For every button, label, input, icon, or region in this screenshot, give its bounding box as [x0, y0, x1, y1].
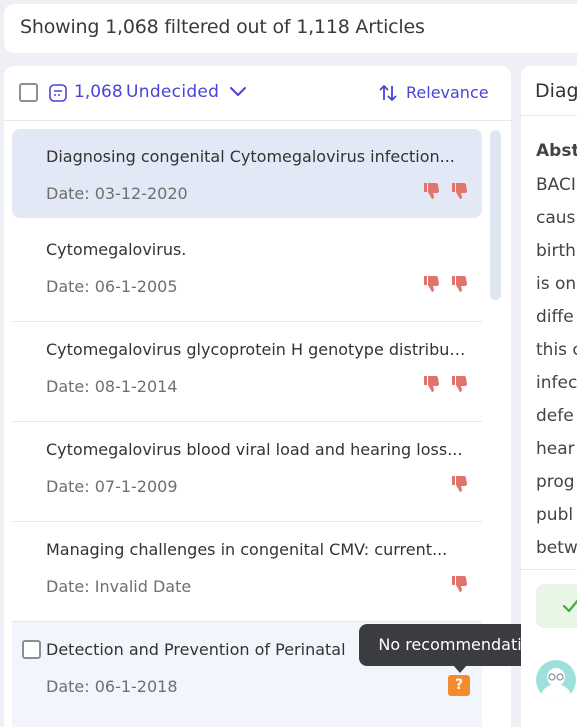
list-item[interactable]: Cytomegalovirus blood viral load and hea…: [12, 422, 482, 522]
summary-text: Showing 1,068 filtered out of 1,118 Arti…: [20, 16, 425, 38]
abstract-line: caus: [536, 208, 576, 228]
article-title[interactable]: Cytomegalovirus blood viral load and hea…: [46, 440, 471, 459]
article-title[interactable]: Cytomegalovirus.: [46, 240, 471, 259]
abstract-section: Abst BACI caus birth is on diffe this c …: [521, 123, 577, 569]
summary-bar: Showing 1,068 filtered out of 1,118 Arti…: [4, 4, 577, 53]
select-all-checkbox[interactable]: [19, 83, 38, 102]
detail-actions: [521, 569, 577, 727]
avatar-icon: [540, 668, 572, 700]
thumbs-down-icon[interactable]: [422, 273, 442, 293]
list-item[interactable]: Managing challenges in congenital CMV: c…: [12, 522, 482, 622]
article-title[interactable]: Cytomegalovirus glycoprotein H genotype …: [46, 340, 471, 359]
abstract-line: publ: [536, 505, 574, 525]
article-date: Date: 03-12-2020: [46, 184, 188, 203]
no-recommendation-badge[interactable]: ?: [448, 675, 470, 696]
list-item[interactable]: Cytomegalovirus. Date: 06-1-2005: [12, 222, 482, 322]
abstract-line: hear: [536, 439, 575, 459]
article-title[interactable]: Detection and Prevention of Perinatal: [46, 640, 366, 659]
thumbs-down-icon[interactable]: [450, 273, 470, 293]
detail-title: Diag: [535, 80, 577, 102]
article-date: Date: 06-1-2005: [46, 277, 178, 296]
abstract-line: infec: [536, 373, 577, 393]
row-checkbox[interactable]: [22, 640, 41, 659]
abstract-line: BACI: [536, 175, 576, 195]
article-date: Date: Invalid Date: [46, 577, 192, 596]
thumbs-down-icon[interactable]: [422, 180, 442, 200]
thumbs-down-icon[interactable]: [422, 373, 442, 393]
abstract-line: diffe: [536, 307, 574, 327]
list-item[interactable]: Cytomegalovirus glycoprotein H genotype …: [12, 322, 482, 422]
thumbs-down-icon[interactable]: [450, 473, 470, 493]
thumbs-down-icon[interactable]: [450, 180, 470, 200]
abstract-line: defe: [536, 406, 574, 426]
article-detail-panel: Diag Abst BACI caus birth is on diffe th…: [521, 66, 577, 727]
detail-header: Diag: [521, 66, 577, 116]
status-filter-label[interactable]: Undecided: [126, 82, 219, 102]
chevron-down-icon[interactable]: [229, 85, 247, 99]
include-button[interactable]: [536, 584, 577, 628]
thumbs-down-icon[interactable]: [450, 373, 470, 393]
check-icon: [562, 599, 577, 613]
avatar[interactable]: [536, 660, 576, 700]
article-title[interactable]: Diagnosing congenital Cytomegalovirus in…: [46, 147, 471, 166]
article-count: 1,068: [74, 82, 123, 102]
sort-icon[interactable]: [378, 83, 398, 103]
filter-icon[interactable]: [48, 83, 68, 103]
abstract-line: betw: [536, 538, 577, 558]
scrollbar[interactable]: [490, 130, 501, 300]
list-item[interactable]: Diagnosing congenital Cytomegalovirus in…: [12, 129, 482, 218]
sort-button[interactable]: Relevance: [406, 83, 489, 102]
abstract-line: birth: [536, 241, 576, 261]
article-date: Date: 07-1-2009: [46, 477, 178, 496]
abstract-label: Abst: [536, 141, 577, 161]
thumbs-down-icon[interactable]: [450, 573, 470, 593]
article-date: Date: 08-1-2014: [46, 377, 178, 396]
article-date: Date: 06-1-2018: [46, 677, 178, 696]
abstract-line: is on: [536, 274, 577, 294]
article-title[interactable]: Managing challenges in congenital CMV: c…: [46, 540, 471, 559]
abstract-line: this c: [536, 340, 577, 360]
list-header: 1,068 Undecided Relevance: [4, 66, 511, 121]
abstract-line: prog: [536, 472, 575, 492]
